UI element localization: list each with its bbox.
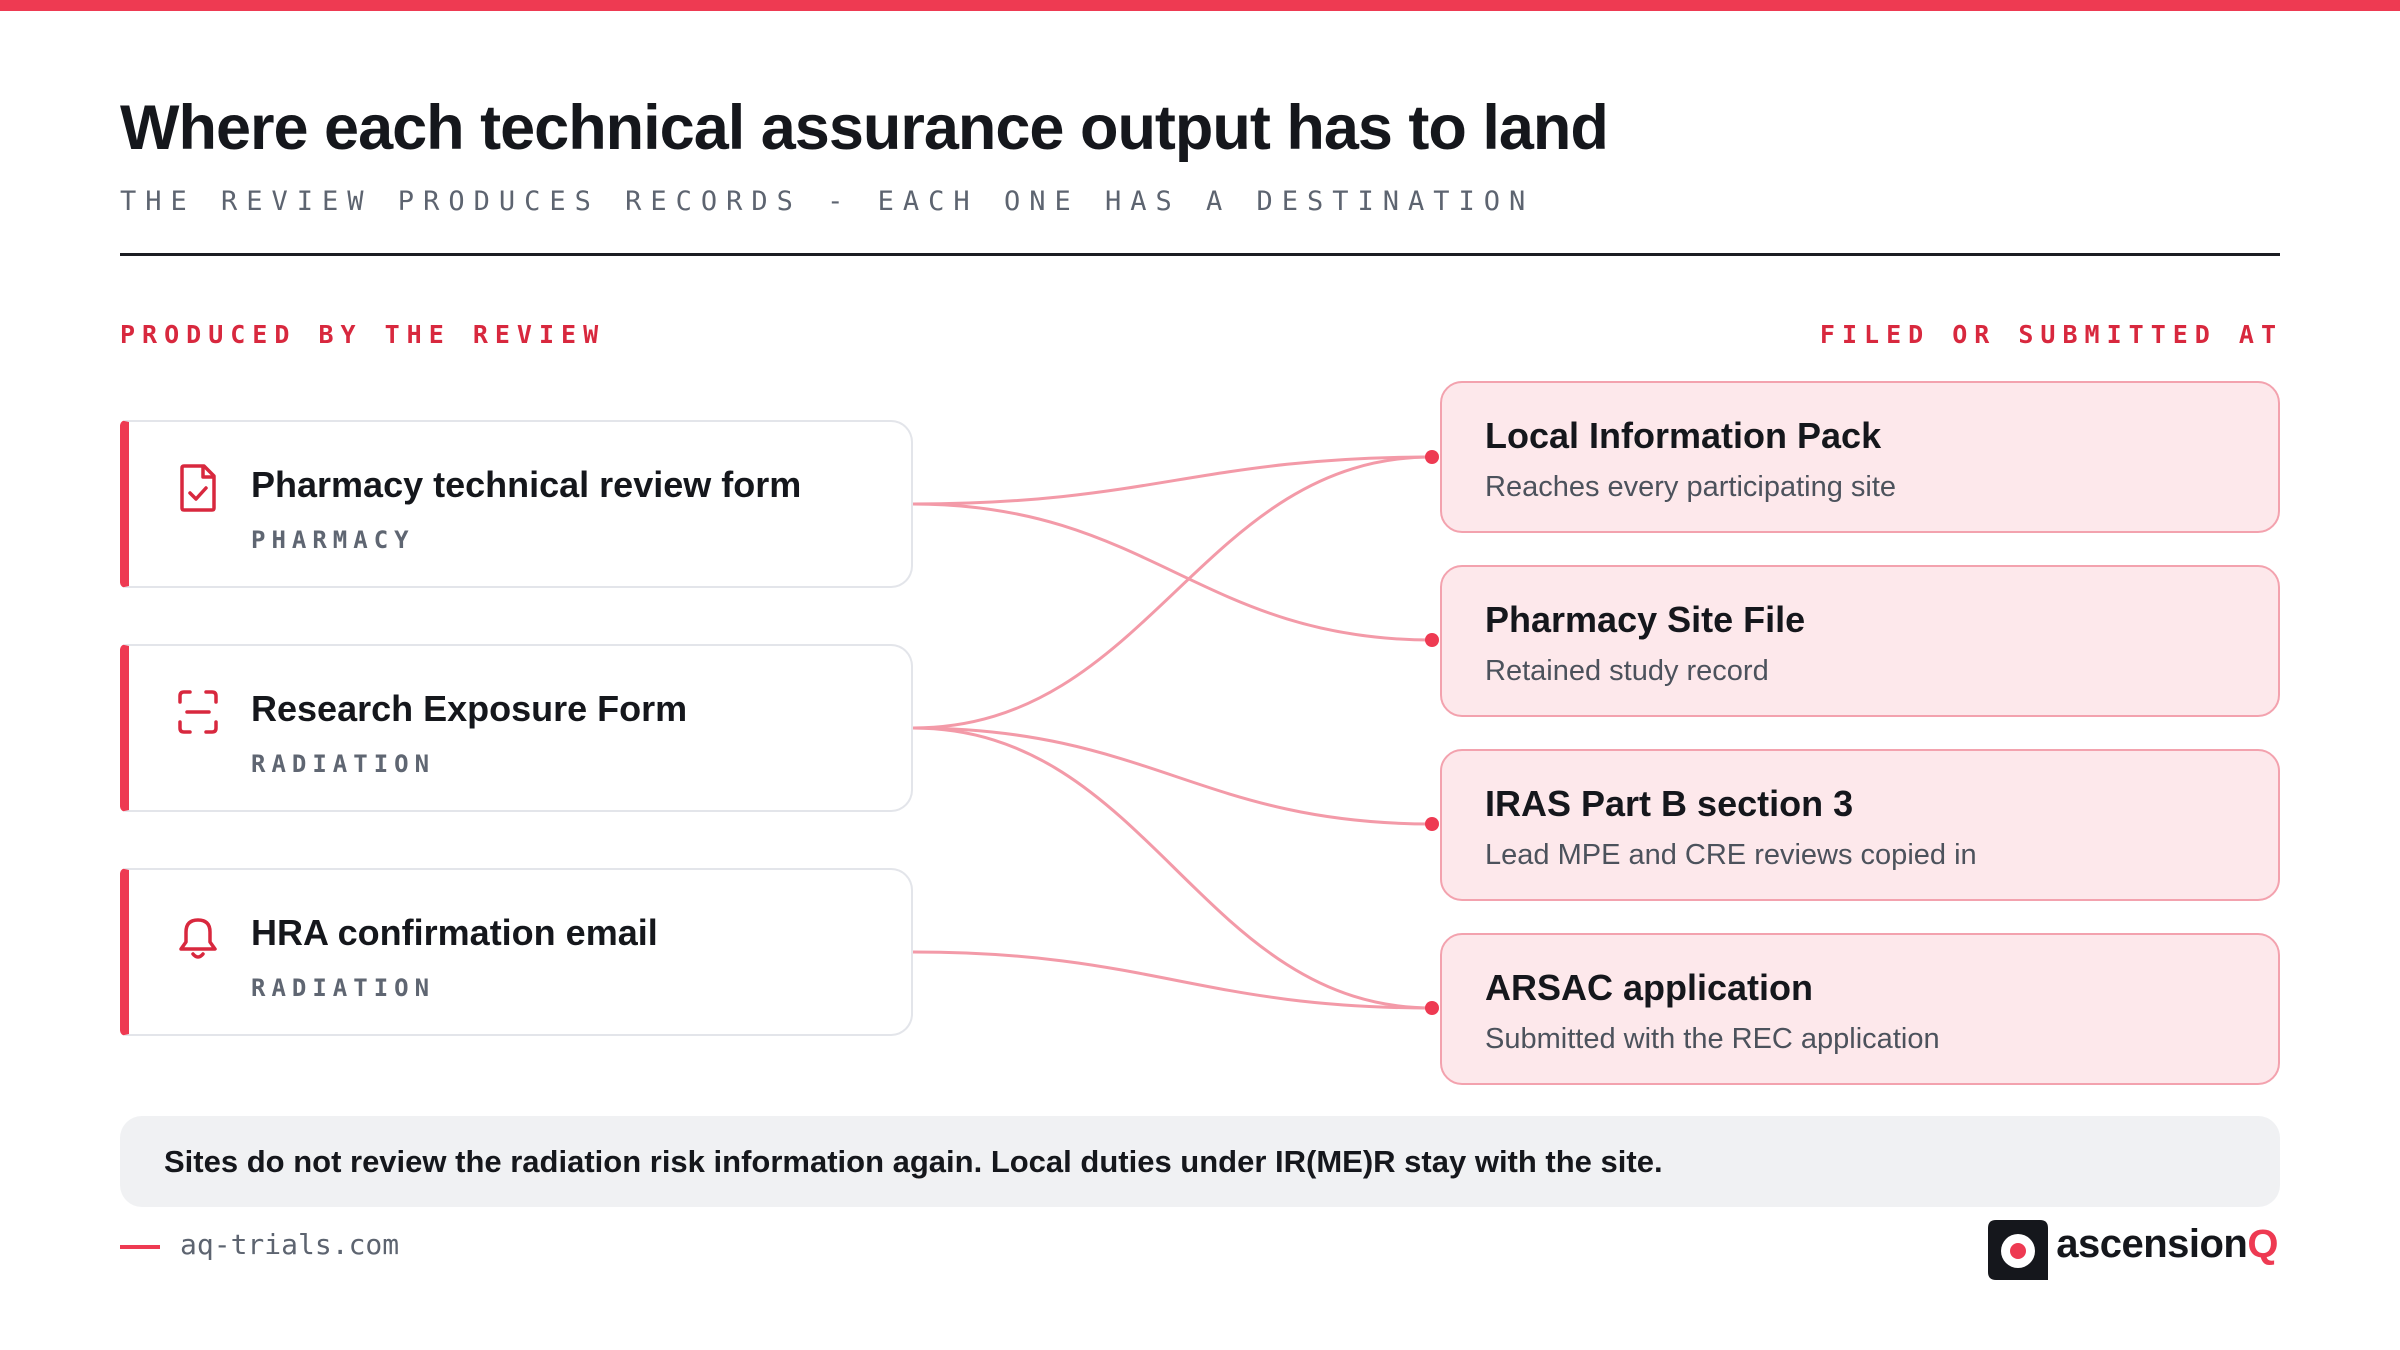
source-card-pharmacy-review-form: Pharmacy technical review form PHARMACY [120,420,913,588]
source-tag: RADIATION [251,750,436,778]
header-divider [120,253,2280,256]
connector-pharmacy-form-to-local-pack [912,455,1433,506]
scan-icon [178,690,218,734]
footnote-panel: Sites do not review the radiation risk i… [120,1116,2280,1207]
destination-card-iras-part-b: IRAS Part B section 3 Lead MPE and CRE r… [1440,749,2280,901]
bell-icon [179,918,217,959]
brand-wordmark: ascensionQ [2056,1222,2278,1267]
source-title: Pharmacy technical review form [251,464,802,505]
connector-exposure-form-to-arsac [912,726,1433,1010]
connector-exposure-form-to-local-pack [912,455,1433,730]
destination-subtitle: Retained study record [1485,655,1769,687]
source-card-hra-confirmation-email: HRA confirmation email RADIATION [120,868,913,1036]
source-tag: PHARMACY [251,526,415,554]
footer-website-link[interactable]: aq-trials.com [180,1228,399,1261]
connector-hra-email-to-arsac [912,950,1433,1010]
destination-subtitle: Submitted with the REC application [1485,1023,1940,1055]
connector-pharmacy-form-to-site-file [912,502,1433,642]
connector-endpoint-local-pack [1425,450,1439,464]
footnote-text: Sites do not review the radiation risk i… [164,1144,1663,1179]
connector-endpoint-iras [1425,817,1439,831]
connector-endpoint-arsac [1425,1001,1439,1015]
destination-subtitle: Lead MPE and CRE reviews copied in [1485,839,1977,871]
top-accent-bar [0,0,2400,11]
footer-accent-dash [120,1245,160,1249]
source-tag: RADIATION [251,974,436,1002]
destination-title: Pharmacy Site File [1485,599,1806,640]
brand-wordmark-accent: Q [2247,1222,2278,1266]
destination-title: ARSAC application [1485,967,1814,1008]
page-subtitle: THE REVIEW PRODUCES RECORDS - EACH ONE H… [120,186,1535,217]
destination-title: Local Information Pack [1485,415,1882,456]
connector-endpoint-site-file [1425,633,1439,647]
source-title: HRA confirmation email [251,912,658,953]
destination-card-pharmacy-site-file: Pharmacy Site File Retained study record [1440,565,2280,717]
ascensionq-logo-icon [1988,1220,2048,1280]
destination-card-arsac-application: ARSAC application Submitted with the REC… [1440,933,2280,1085]
destination-title: IRAS Part B section 3 [1485,783,1854,824]
document-check-icon [180,464,216,512]
page-title: Where each technical assurance output ha… [120,93,1609,163]
produced-column-label: PRODUCED BY THE REVIEW [120,320,606,349]
destination-subtitle: Reaches every participating site [1485,471,1897,503]
source-title: Research Exposure Form [251,688,688,729]
brand-wordmark-main: ascension [2056,1222,2248,1266]
destination-card-local-information-pack: Local Information Pack Reaches every par… [1440,381,2280,533]
source-card-research-exposure-form: Research Exposure Form RADIATION [120,644,913,812]
destination-column-label: FILED OR SUBMITTED AT [1819,320,2283,349]
connector-exposure-form-to-iras [912,726,1433,826]
